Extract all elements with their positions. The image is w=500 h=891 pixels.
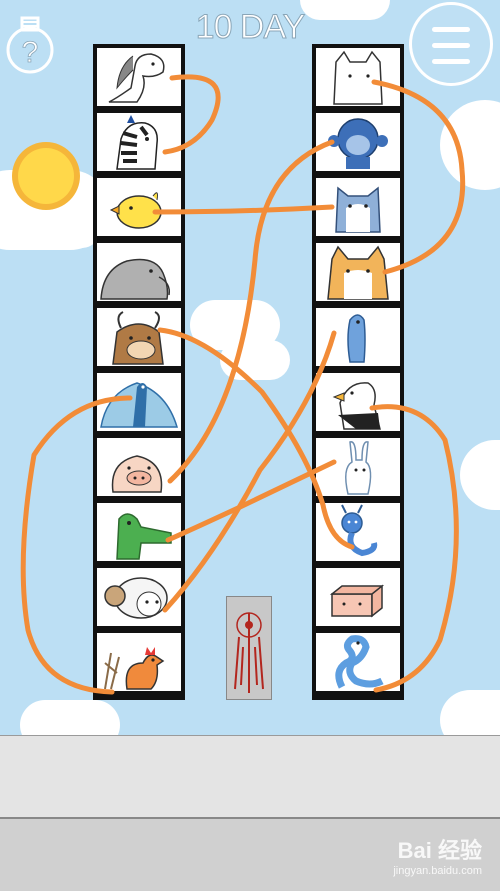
cloud <box>220 340 290 380</box>
horse-icon <box>108 53 165 103</box>
animal-card-eagle[interactable] <box>316 373 400 431</box>
animal-card-pig-box[interactable] <box>316 568 400 626</box>
hint-lightbulb-button[interactable]: ? <box>4 8 56 78</box>
corgi-icon <box>327 245 389 300</box>
animal-card-zebra[interactable] <box>97 113 181 171</box>
day-counter: 10 DAY <box>195 8 306 47</box>
bug-icon <box>341 504 378 557</box>
right-animal-column <box>312 44 404 700</box>
husky-icon <box>335 186 381 233</box>
watermark-brand: Bai 经验 <box>397 838 482 863</box>
rooster-icon <box>104 647 165 690</box>
cloud <box>440 100 500 190</box>
animal-card-husky[interactable] <box>316 178 400 236</box>
cloud <box>440 690 500 735</box>
eagle-icon <box>332 382 381 430</box>
animal-card-elephant[interactable] <box>97 243 181 301</box>
animal-card-corgi[interactable] <box>316 243 400 301</box>
cat-icon <box>333 50 383 105</box>
animal-card-cat[interactable] <box>316 48 400 106</box>
animal-card-monkey[interactable] <box>316 113 400 171</box>
animal-card-snake[interactable] <box>316 633 400 691</box>
crocodile-icon <box>116 513 172 560</box>
bottom-panel <box>0 735 500 818</box>
pig-icon <box>111 455 163 493</box>
sun-icon <box>18 148 74 204</box>
chick-icon <box>109 192 162 229</box>
peacock-icon <box>100 382 179 428</box>
animal-card-crocodile[interactable] <box>97 503 181 561</box>
monkey-icon <box>328 118 388 169</box>
animal-card-pig[interactable] <box>97 438 181 496</box>
lightbulb-icon: ? <box>6 16 54 74</box>
left-animal-column <box>93 44 185 700</box>
elephant-icon <box>100 258 171 300</box>
animal-card-bug[interactable] <box>316 503 400 561</box>
zebra-icon <box>116 115 158 170</box>
animal-card-seahorse[interactable] <box>316 308 400 366</box>
baidu-watermark: Bai 经验 jingyan.baidu.com <box>393 833 482 877</box>
cloud <box>460 440 500 510</box>
red-glyph-totem-icon <box>234 612 264 693</box>
animal-card-ram[interactable] <box>97 568 181 626</box>
animal-card-rooster[interactable] <box>97 633 181 691</box>
center-totem-tile[interactable] <box>226 596 272 700</box>
watermark-url: jingyan.baidu.com <box>393 865 482 877</box>
menu-bar <box>432 43 470 48</box>
animal-card-rabbit[interactable] <box>316 438 400 496</box>
animal-card-horse[interactable] <box>97 48 181 106</box>
pig-box-icon <box>329 584 385 618</box>
menu-bar <box>432 27 470 32</box>
menu-bar <box>432 59 470 64</box>
animal-card-peacock[interactable] <box>97 373 181 431</box>
hint-symbol: ? <box>22 36 39 69</box>
ram-icon <box>104 577 168 619</box>
cloud <box>20 212 100 248</box>
bottom-bar: Bai 经验 jingyan.baidu.com <box>0 817 500 891</box>
ox-icon <box>112 311 164 365</box>
cloud <box>20 700 120 735</box>
animal-card-ox[interactable] <box>97 308 181 366</box>
rabbit-icon <box>345 441 372 495</box>
menu-button[interactable] <box>409 2 493 86</box>
animal-card-chick[interactable] <box>97 178 181 236</box>
snake-icon <box>335 635 384 689</box>
seahorse-icon <box>347 314 366 363</box>
